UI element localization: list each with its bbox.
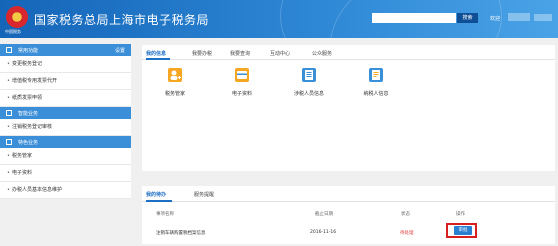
sidebar: 常用功能 设置 变更税务登记 增值税专用发票代开 纸质发票申领 智能业务 注销税… xyxy=(0,44,131,199)
sidebar-group-title: 特色业务 xyxy=(18,140,39,146)
sidebar-item-staff-info[interactable]: 办税人员基本信息维护 xyxy=(0,182,131,199)
sidebar-item-change-registration[interactable]: 变更税务登记 xyxy=(0,56,131,73)
sidebar-group-featured[interactable]: 特色业务 xyxy=(0,136,131,148)
home-icon xyxy=(6,47,12,53)
search-button[interactable]: 搜索 xyxy=(457,13,478,23)
tab-interaction[interactable]: 互动中心 xyxy=(270,50,290,57)
tab-service-reminder[interactable]: 服务提醒 xyxy=(194,191,214,198)
main-tabs: 我的信息 我要办税 我要查询 互动中心 公众服务 xyxy=(142,45,555,60)
sidebar-item-deregistration-review[interactable]: 注销税务登记审核 xyxy=(0,119,131,136)
doc-icon xyxy=(6,110,12,116)
tile-label: 税务管家 xyxy=(164,91,185,97)
sidebar-item-vat-invoice-issue[interactable]: 增值税专用发票代开 xyxy=(0,73,131,90)
tile-e-documents[interactable]: 电子资料 xyxy=(222,68,262,97)
highlight-box xyxy=(446,223,477,238)
tab-my-info[interactable]: 我的信息 xyxy=(146,50,166,57)
tile-staff-info[interactable]: 涉税人员信息 xyxy=(289,68,329,97)
todo-panel: 我的待办 服务提醒 事项名称 截止日期 状态 操作 注销车辆购置税档案信息 20… xyxy=(142,186,555,244)
header-bar: 中国税务 国家税务总局上海市电子税务局 搜索 欢迎 xyxy=(0,0,558,38)
sidebar-item-tax-butler[interactable]: 税务管家 xyxy=(0,148,131,165)
person-list-icon xyxy=(369,68,383,82)
site-title: 国家税务总局上海市电子税务局 xyxy=(34,13,210,27)
search-input[interactable] xyxy=(372,13,456,23)
user-name[interactable] xyxy=(508,13,530,21)
star-icon xyxy=(6,139,12,145)
active-tab-underline xyxy=(146,58,170,60)
emblem-caption: 中国税务 xyxy=(5,29,21,34)
user-plus-icon xyxy=(168,68,182,82)
tile-label: 纳税人信息 xyxy=(363,91,389,97)
todo-item-status: 待处理 xyxy=(400,231,414,236)
column-header-status: 状态 xyxy=(401,212,410,217)
sidebar-group-common[interactable]: 常用功能 设置 xyxy=(0,44,131,56)
tab-query[interactable]: 我要查询 xyxy=(230,50,250,57)
sidebar-settings-link[interactable]: 设置 xyxy=(115,47,125,54)
active-tab-underline xyxy=(146,200,172,202)
welcome-label: 欢迎 xyxy=(490,16,501,22)
column-header-deadline: 截止日期 xyxy=(315,212,333,217)
sidebar-group-title: 常用功能 xyxy=(18,48,39,54)
tile-tax-butler[interactable]: 税务管家 xyxy=(155,68,195,97)
tile-taxpayer-info[interactable]: 纳税人信息 xyxy=(356,68,396,97)
todo-item-deadline: 2016-11-16 xyxy=(310,230,337,235)
main-panel: 我的信息 我要办税 我要查询 互动中心 公众服务 税务管家 电子资料 涉税人员信… xyxy=(142,45,555,171)
sidebar-item-paper-invoice-apply[interactable]: 纸质发票申领 xyxy=(0,90,131,107)
tab-my-todo[interactable]: 我的待办 xyxy=(146,191,166,198)
list-icon xyxy=(302,68,316,82)
sidebar-item-e-documents[interactable]: 电子资料 xyxy=(0,165,131,182)
logout-link[interactable] xyxy=(534,14,552,21)
column-header-action: 操作 xyxy=(456,212,465,217)
todo-item-name[interactable]: 注销车辆购置税档案信息 xyxy=(156,230,206,236)
tile-label: 电子资料 xyxy=(231,91,252,97)
sidebar-group-smart[interactable]: 智能业务 xyxy=(0,107,131,119)
tab-do-tax[interactable]: 我要办税 xyxy=(192,50,212,57)
todo-tabs: 我的待办 服务提醒 xyxy=(142,186,555,202)
column-header-name: 事项名称 xyxy=(156,212,174,217)
tab-public-service[interactable]: 公众服务 xyxy=(312,50,332,57)
tax-emblem-icon xyxy=(6,6,28,28)
sidebar-group-title: 智能业务 xyxy=(18,111,39,117)
tile-label: 涉税人员信息 xyxy=(293,91,324,97)
wallet-icon xyxy=(235,68,249,82)
